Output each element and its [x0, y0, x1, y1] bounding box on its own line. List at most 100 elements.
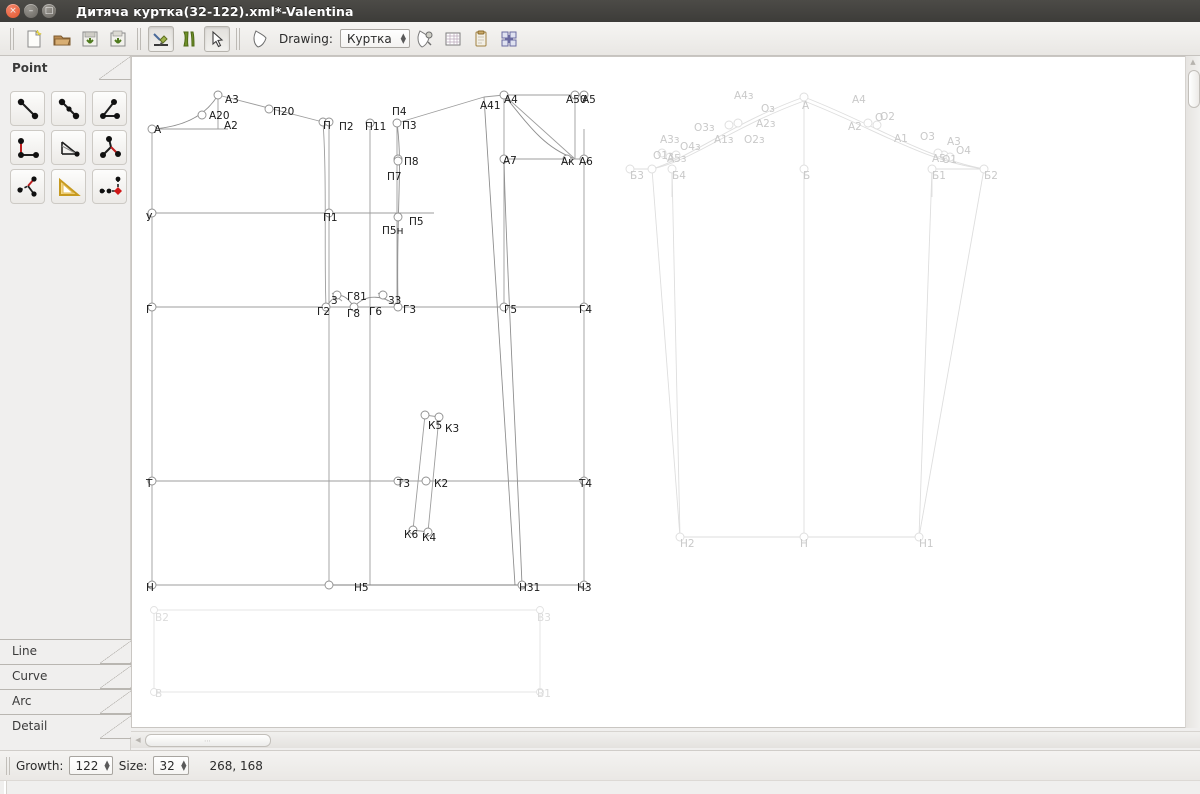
tool-point-along-perpendicular-icon[interactable]: [92, 91, 127, 126]
point-label: Т4: [578, 478, 592, 490]
point-label: П2: [339, 121, 354, 133]
point-label: Г4: [579, 304, 592, 316]
point-label: Г5: [504, 304, 517, 316]
point-tool-grid: [0, 79, 130, 204]
growth-spinbox[interactable]: 122 ▲▼: [69, 756, 112, 775]
point-label: О4: [956, 145, 971, 157]
resize-grip[interactable]: [4, 781, 7, 794]
point-label: Оз: [761, 103, 775, 115]
point-label: А3з: [660, 134, 679, 146]
bodice-geometry: [152, 95, 584, 585]
sidebar-group-line-label: Line: [12, 644, 37, 658]
tool-point-along-line-icon[interactable]: [51, 91, 86, 126]
toolbar-grip-3[interactable]: [236, 28, 241, 50]
point-label: Н5: [354, 582, 369, 594]
size-spinbox[interactable]: 32 ▲▼: [153, 756, 189, 775]
draw-mode-icon[interactable]: [148, 26, 174, 52]
point-label: А4: [852, 94, 866, 106]
point-label: А: [154, 124, 162, 136]
options-draw-icon[interactable]: [412, 26, 438, 52]
history-icon[interactable]: [468, 26, 494, 52]
point-label: О1: [942, 154, 957, 166]
tool-point-at-line-intersection-icon[interactable]: [51, 130, 86, 165]
point-label: П1: [323, 212, 338, 224]
point-label: О3: [920, 131, 935, 143]
vertical-scrollbar[interactable]: ▲: [1185, 56, 1200, 728]
main-toolbar: Drawing: Куртка ▲▼: [0, 22, 1200, 56]
sidebar-group-point[interactable]: Point: [0, 56, 130, 79]
pattern-canvas[interactable]: АА20А2А3П20ПП2П11П4П3П8П7П5П5нА41А4А50А5…: [131, 56, 1186, 728]
point-label: К6: [404, 529, 418, 541]
tool-point-at-distance-and-angle-icon[interactable]: [10, 91, 45, 126]
drawing-select[interactable]: Куртка ▲▼: [340, 29, 410, 48]
toolbar-grip-1[interactable]: [10, 28, 15, 50]
growth-value: 122: [75, 759, 98, 773]
point-label: О2з: [744, 134, 765, 146]
sidebar-group-detail-label: Detail: [12, 719, 47, 733]
maximize-icon[interactable]: □: [42, 4, 56, 18]
sidebar-group-curve-label: Curve: [12, 669, 47, 683]
sleeve-label-group: А4зОзАА4ОО2А2О3зА2зА1зО2зА3зО4зО1зА1О3А3…: [630, 90, 998, 550]
pointer-tool-icon[interactable]: [204, 26, 230, 52]
layout-icon[interactable]: [496, 26, 522, 52]
point-label: В2: [155, 612, 169, 624]
sidebar-group-detail[interactable]: Detail: [0, 714, 131, 737]
tool-point-of-intersection-icon[interactable]: [92, 169, 127, 204]
sidebar-group-point-label: Point: [12, 61, 47, 75]
minimize-icon[interactable]: –: [24, 4, 38, 18]
new-file-icon[interactable]: [21, 26, 47, 52]
point-label: А1: [894, 133, 908, 145]
sidebar-group-arc[interactable]: Arc: [0, 689, 131, 712]
drawing-label: Drawing:: [279, 32, 333, 46]
horizontal-scroll-thumb[interactable]: ⋯: [145, 734, 271, 747]
point-label: П20: [273, 106, 294, 118]
point-label: В: [155, 688, 162, 700]
detail-rectangle: [154, 610, 540, 692]
point-label: Б: [803, 170, 810, 182]
title-bar: × – □ Дитяча куртка(32-122).xml*-Valenti…: [0, 0, 1200, 23]
detail-rectangle-points: [151, 607, 544, 696]
point-label: Б3: [630, 170, 644, 182]
tool-perpendicular-point-icon[interactable]: [10, 130, 45, 165]
point-label: Н1: [919, 538, 934, 550]
point-label: Н2: [680, 538, 695, 550]
statusbar-grip[interactable]: [6, 757, 10, 775]
detail-mode-icon[interactable]: [176, 26, 202, 52]
size-label: Size:: [119, 759, 148, 773]
point-label: А2: [224, 120, 238, 132]
point-label: П11: [365, 121, 386, 133]
scroll-up-icon[interactable]: ▲: [1189, 58, 1197, 66]
point-label: О2: [880, 111, 895, 123]
point-label: А: [802, 100, 810, 112]
vertical-scroll-thumb[interactable]: [1188, 70, 1200, 108]
window-footer: [0, 780, 1200, 794]
growth-stepper-icon[interactable]: ▲▼: [104, 761, 109, 771]
point-label: Б1: [932, 170, 946, 182]
point-label: К3: [445, 423, 459, 435]
sidebar-group-curve[interactable]: Curve: [0, 664, 131, 687]
point-label: А2з: [756, 118, 775, 130]
point-label: А41: [480, 100, 501, 112]
point-label: П5: [409, 216, 424, 228]
toolbar-grip-2[interactable]: [137, 28, 142, 50]
tool-triangle-point-icon[interactable]: [10, 169, 45, 204]
size-stepper-icon[interactable]: ▲▼: [181, 761, 186, 771]
point-label: К2: [434, 478, 448, 490]
tool-point-along-bisector-icon[interactable]: [92, 130, 127, 165]
cursor-coordinates: 268, 168: [209, 759, 262, 773]
scroll-left-icon[interactable]: ◀: [133, 735, 143, 745]
point-label: 33: [388, 295, 401, 307]
new-pattern-piece-icon[interactable]: [247, 26, 273, 52]
maximize-glyph: □: [42, 4, 56, 18]
point-label: К4: [422, 532, 436, 544]
save-file-icon[interactable]: [77, 26, 103, 52]
horizontal-scrollbar[interactable]: ◀ ⋯: [131, 731, 1200, 748]
open-file-icon[interactable]: [49, 26, 75, 52]
tool-triangle-icon[interactable]: [51, 169, 86, 204]
sidebar-group-line[interactable]: Line: [0, 639, 131, 662]
table-icon[interactable]: [440, 26, 466, 52]
point-label: О3з: [694, 122, 715, 134]
close-icon[interactable]: ×: [6, 4, 20, 18]
save-as-file-icon[interactable]: [105, 26, 131, 52]
point-label: Г6: [369, 306, 382, 318]
